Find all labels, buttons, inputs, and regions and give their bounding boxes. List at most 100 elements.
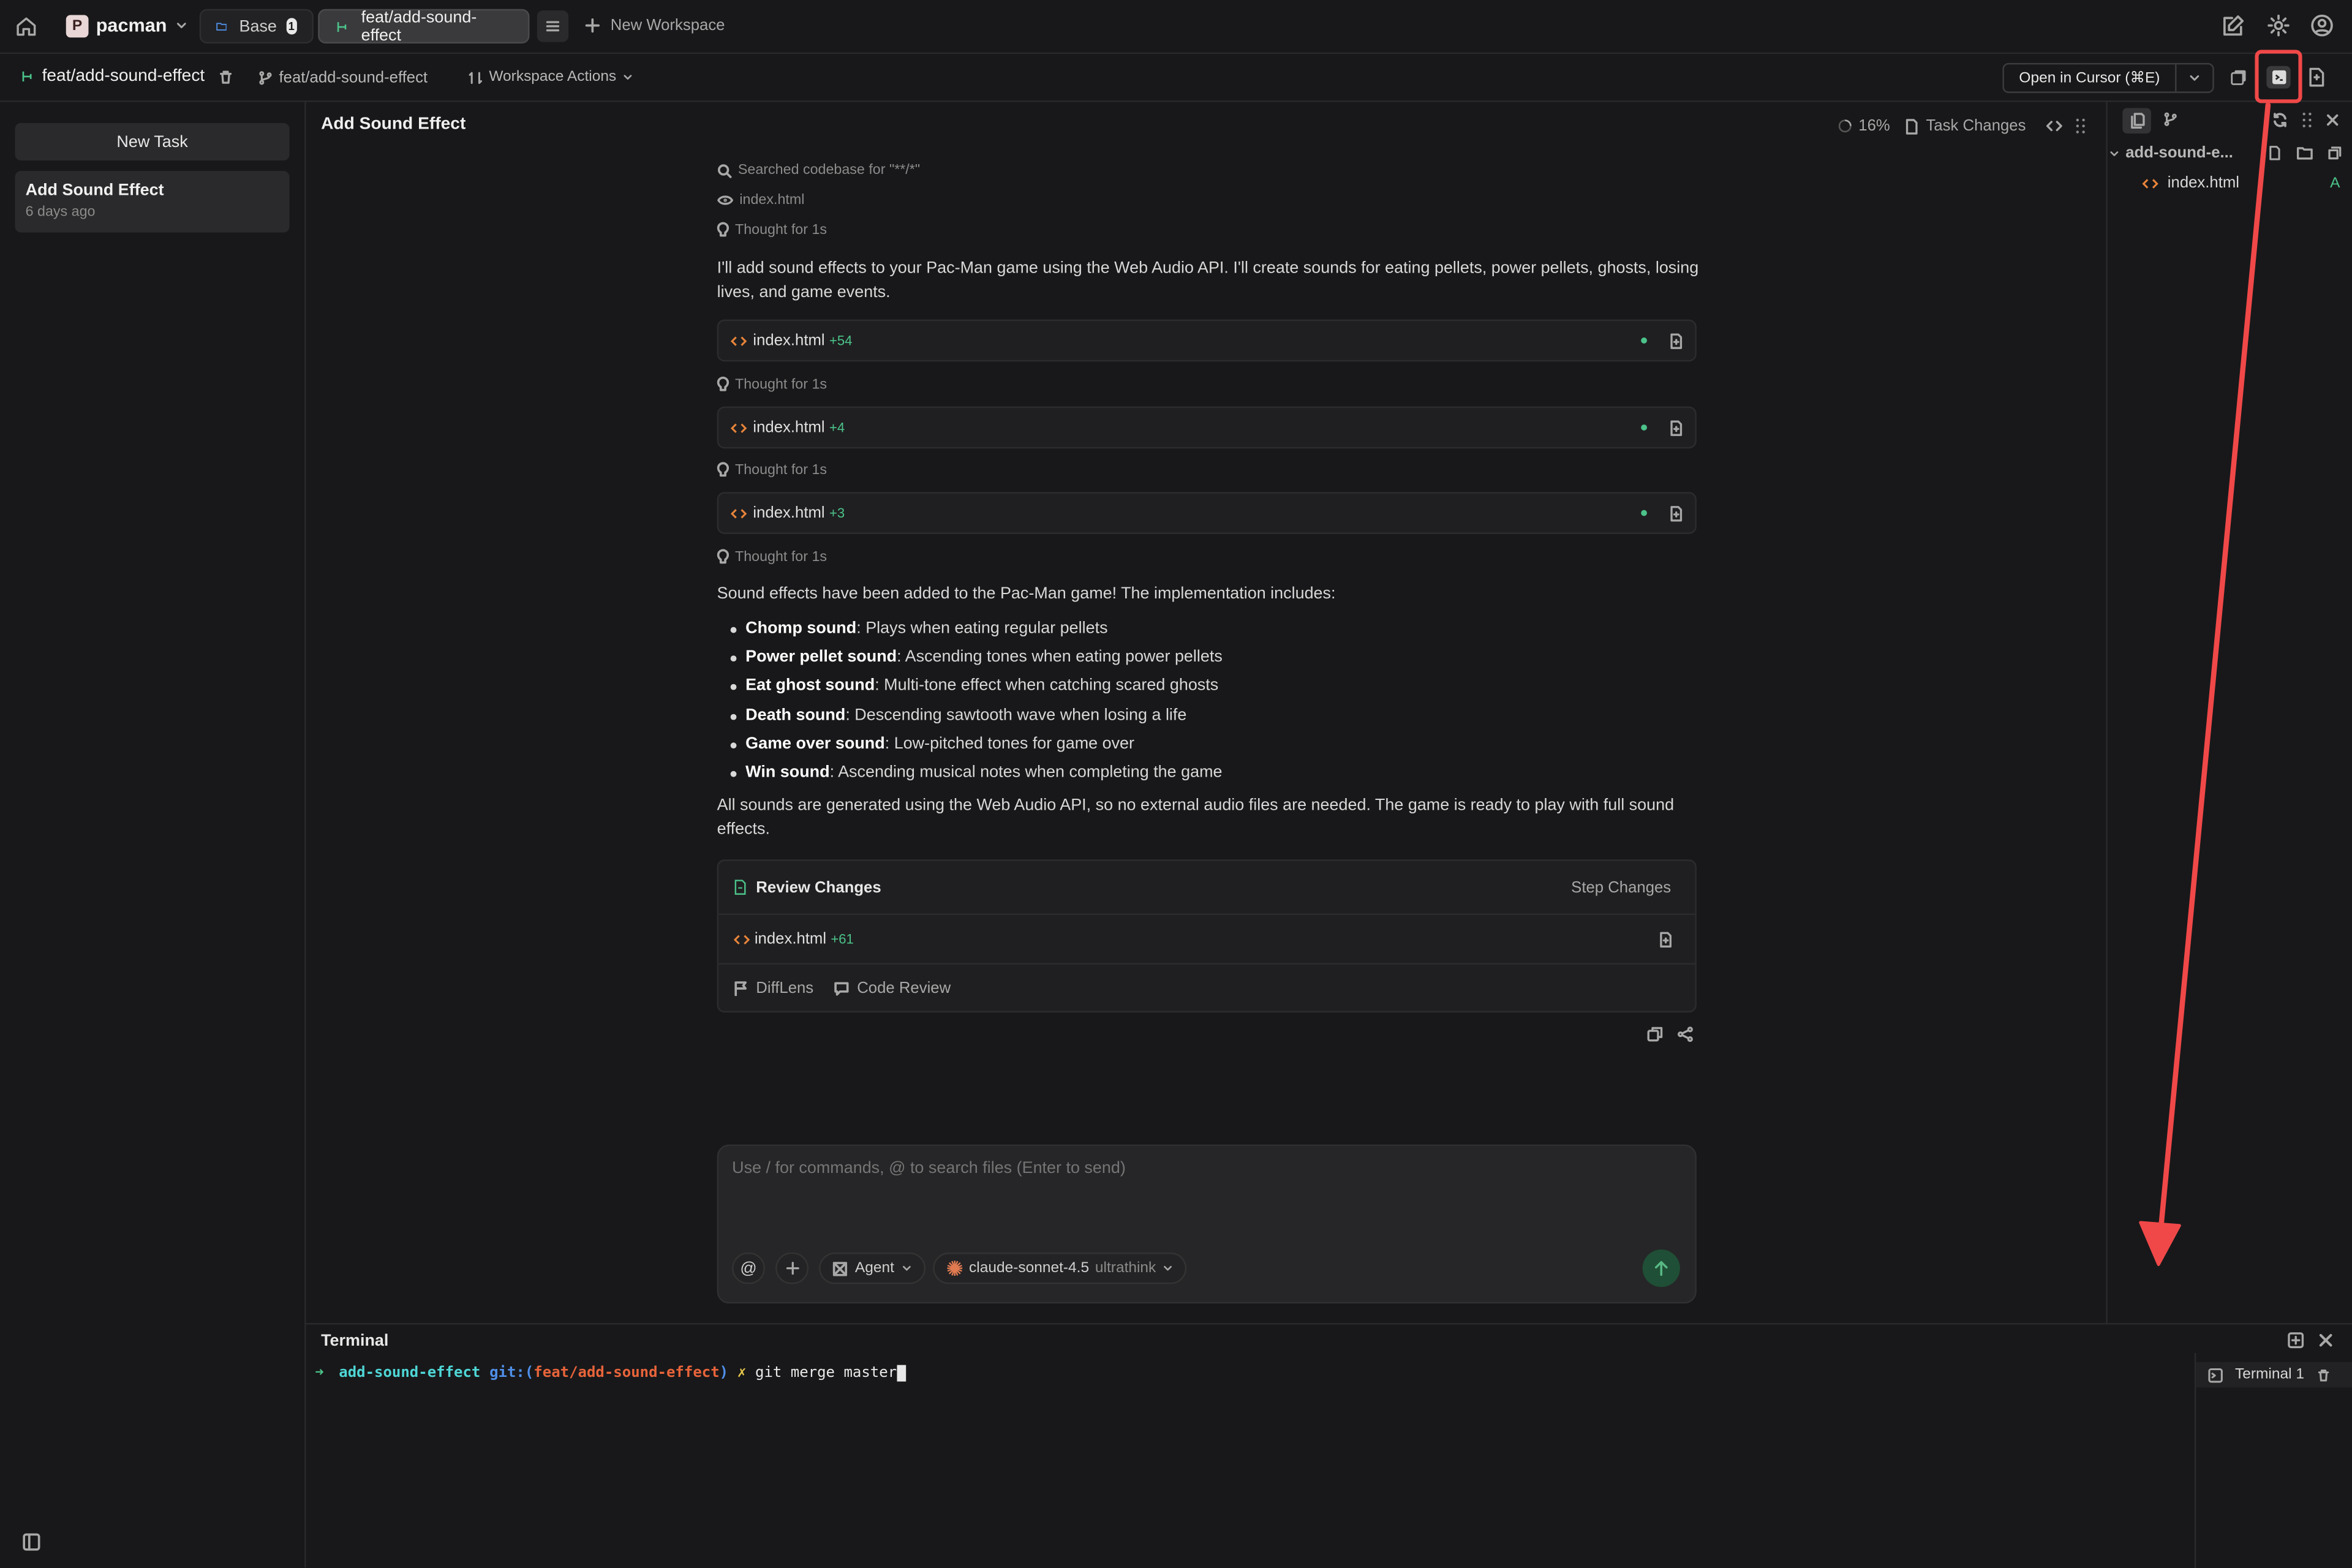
workspace-actions-dropdown[interactable]: Workspace Actions (468, 69, 633, 86)
workspace-title: feat/add-sound-effect (20, 67, 235, 86)
chevron-down-icon (2190, 75, 2199, 81)
new-terminal-icon[interactable] (2288, 1332, 2304, 1349)
sidebar-collapse-icon[interactable] (23, 1533, 40, 1551)
branch-label[interactable]: feat/add-sound-effect (258, 69, 428, 87)
review-file-row[interactable]: index.html +61 (718, 915, 1695, 965)
list-item: Chomp sound: Plays when eating regular p… (730, 615, 1705, 644)
step-changes-button[interactable]: Step Changes (1571, 878, 1671, 896)
terminal-list: Terminal 1 (2194, 1352, 2352, 1568)
task-item[interactable]: Add Sound Effect 6 days ago (15, 171, 290, 233)
tab-base[interactable]: Base 1 (199, 9, 314, 44)
prompt-dir: add-sound-effect (339, 1365, 481, 1382)
mention-button[interactable]: @ (732, 1252, 765, 1284)
account-icon[interactable] (2310, 13, 2334, 37)
status-dot (1641, 424, 1648, 431)
open-in-cursor-group: Open in Cursor (⌘E) (2002, 62, 2214, 93)
file-tree-panel (2106, 102, 2352, 1324)
tab-feat-add-sound-effect[interactable]: feat/add-sound-effect (318, 8, 530, 44)
file-edit-card[interactable]: index.html +3 (717, 492, 1697, 534)
tree-folder[interactable]: add-sound-e... (2109, 144, 2233, 162)
feature-list: Chomp sound: Plays when eating regular p… (730, 615, 1705, 788)
task-changes-label: Task Changes (1926, 117, 2026, 135)
new-workspace-button[interactable]: New Workspace (585, 17, 725, 34)
difflens-button[interactable]: DiffLens (734, 978, 814, 997)
files-tab[interactable] (2122, 108, 2151, 134)
review-changes-card: Review Changes Step Changes index.html +… (717, 859, 1697, 1013)
progress-indicator: 16% (1838, 117, 1890, 135)
collapse-all-icon[interactable] (2328, 146, 2342, 160)
lightbulb-icon (717, 376, 729, 391)
trash-icon[interactable] (2316, 1367, 2331, 1382)
drag-handle-icon[interactable] (2076, 118, 2085, 134)
document-icon (1905, 118, 1918, 134)
terminal-panel: Terminal ➜ add-sound-effect git:( feat/a… (306, 1323, 2352, 1568)
difflens-label: DiffLens (756, 978, 814, 997)
agent-selector[interactable]: Agent (819, 1252, 926, 1284)
task-changes-button[interactable]: Task Changes (1905, 117, 2026, 135)
arrow-up-icon (1654, 1261, 1668, 1276)
top-bar: P pacman Base 1 feat/add-sound-effect Ne… (0, 0, 2352, 55)
code-review-label: Code Review (857, 978, 951, 997)
workspace-bar: feat/add-sound-effect feat/add-sound-eff… (0, 54, 2352, 102)
folder-name: add-sound-e... (2125, 144, 2233, 162)
home-icon[interactable] (15, 15, 37, 37)
file-edit-card[interactable]: index.html +54 (717, 319, 1697, 362)
thought-meta: Thought for 1s (717, 549, 827, 565)
review-title: Review Changes (756, 878, 881, 897)
gear-icon[interactable] (2266, 13, 2290, 37)
close-icon[interactable] (2326, 114, 2339, 126)
share-icon[interactable] (1677, 1026, 1694, 1042)
project-switcher[interactable]: pacman (96, 15, 188, 36)
flag-icon (734, 981, 747, 995)
worktree-icon (22, 71, 32, 82)
terminal-tab[interactable]: Terminal 1 (2196, 1362, 2352, 1388)
terminal-line[interactable]: ➜ add-sound-effect git:( feat/add-sound-… (315, 1365, 906, 1382)
model-selector[interactable]: claude-sonnet-4.5 ultrathink (933, 1252, 1186, 1284)
worktree-icon (337, 21, 347, 31)
terminal-toggle-button[interactable] (2266, 66, 2291, 89)
new-folder-icon[interactable] (2296, 146, 2313, 160)
menu-button[interactable] (537, 10, 569, 42)
files-icon (2130, 113, 2144, 129)
code-review-button[interactable]: Code Review (834, 979, 951, 997)
chat-input[interactable] (732, 1159, 1662, 1178)
project-avatar: P (66, 15, 89, 38)
copy-icon[interactable] (1647, 1026, 1664, 1042)
list-item: Win sound: Ascending musical notes when … (730, 759, 1705, 788)
send-button[interactable] (1642, 1250, 1680, 1287)
file-diff-icon[interactable] (1670, 332, 1683, 349)
new-file-icon[interactable] (2268, 146, 2282, 160)
notification-badge: 1 (285, 18, 297, 35)
thought-meta: Thought for 1s (717, 462, 827, 478)
attach-button[interactable] (775, 1252, 809, 1284)
file-name: index.html (753, 503, 825, 522)
progress-value: 16% (1858, 117, 1890, 135)
file-diff-icon[interactable] (1670, 419, 1683, 435)
trash-icon[interactable] (218, 68, 235, 85)
code-view-icon[interactable] (2046, 118, 2062, 133)
new-task-button[interactable]: New Task (15, 123, 290, 161)
file-name: index.html (753, 331, 825, 350)
close-icon[interactable] (2319, 1333, 2332, 1347)
file-diff-icon[interactable] (1659, 931, 1673, 948)
list-item: Eat ghost sound: Multi-tone effect when … (730, 673, 1705, 701)
open-in-cursor-button[interactable]: Open in Cursor (⌘E) (2004, 64, 2177, 92)
code-file-icon (730, 423, 747, 432)
copy-panel-icon[interactable] (2229, 67, 2248, 87)
source-control-tab[interactable] (2163, 111, 2177, 127)
refresh-icon[interactable] (2272, 113, 2287, 127)
file-name: index.html (754, 930, 827, 948)
plus-icon (585, 18, 600, 33)
file-edit-card[interactable]: index.html +4 (717, 406, 1697, 449)
task-sidebar: New Task Add Sound Effect 6 days ago (0, 102, 306, 1568)
compose-icon[interactable] (2222, 13, 2245, 37)
file-diff-icon[interactable] (2307, 67, 2325, 87)
drag-handle-icon[interactable] (2302, 112, 2312, 127)
view-meta-text: index.html (739, 192, 805, 209)
tree-file[interactable]: index.html A (2142, 174, 2340, 192)
open-in-dropdown[interactable] (2176, 64, 2212, 91)
file-diff-icon[interactable] (1670, 505, 1683, 521)
branch-name: feat/add-sound-effect (279, 69, 428, 88)
task-title: Add Sound Effect (25, 181, 164, 200)
search-meta-text: Searched codebase for "**/*" (737, 162, 921, 179)
